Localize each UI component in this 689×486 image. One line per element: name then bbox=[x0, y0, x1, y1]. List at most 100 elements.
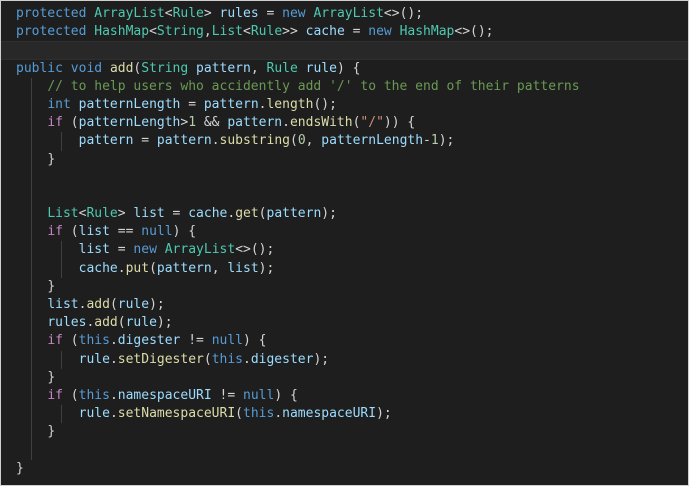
code-token: ); bbox=[376, 406, 392, 422]
code-line[interactable] bbox=[1, 41, 688, 60]
code-token: ( bbox=[109, 297, 118, 312]
indent-guide bbox=[61, 350, 62, 369]
code-token: ); bbox=[156, 315, 173, 331]
indent-guide bbox=[31, 186, 32, 206]
code-line[interactable] bbox=[1, 441, 688, 460]
code-token: if bbox=[47, 115, 63, 131]
code-token: namespaceURI bbox=[282, 406, 377, 422]
code-line[interactable]: list.add(rule); bbox=[1, 296, 688, 315]
code-line[interactable]: rules.add(rule); bbox=[1, 314, 688, 333]
code-token: . bbox=[117, 260, 126, 276]
code-editor[interactable]: protected ArrayList<Rule> rules = new Ar… bbox=[0, 0, 689, 486]
code-line[interactable]: rule.setNamespaceURI(this.namespaceURI); bbox=[1, 405, 688, 424]
code-token: ) { bbox=[336, 60, 361, 76]
code-token: rule bbox=[78, 351, 110, 367]
code-line[interactable]: pattern = pattern.substring(0, patternLe… bbox=[1, 132, 688, 151]
code-token: String bbox=[141, 60, 189, 76]
code-token: . bbox=[109, 406, 118, 422]
code-line[interactable]: rule.setDigester(this.digester); bbox=[1, 350, 688, 369]
code-token: } bbox=[16, 460, 24, 476]
code-token: rules bbox=[47, 315, 87, 331]
code-token: , bbox=[305, 133, 322, 149]
code-line[interactable]: List<Rule> list = cache.get(pattern); bbox=[1, 205, 688, 224]
code-token: rules bbox=[219, 6, 259, 21]
code-token: = bbox=[258, 6, 283, 21]
code-line[interactable]: if (this.digester != null) { bbox=[1, 332, 688, 351]
code-token: Rule bbox=[86, 206, 118, 222]
code-token: add bbox=[94, 315, 118, 331]
code-token: <>(); bbox=[454, 24, 494, 40]
code-token: this bbox=[78, 387, 110, 403]
code-token: "/" bbox=[360, 115, 384, 131]
code-token: ( bbox=[62, 115, 79, 131]
code-token: public bbox=[16, 60, 63, 76]
code-token: ); bbox=[258, 260, 275, 276]
code-line[interactable]: public void add(String pattern, Rule rul… bbox=[1, 60, 688, 78]
indent-guide bbox=[31, 95, 32, 115]
code-token: = bbox=[180, 96, 204, 112]
code-line[interactable]: cache.put(pattern, list); bbox=[1, 259, 688, 278]
code-line[interactable]: } bbox=[1, 368, 688, 387]
code-line[interactable]: // to help users who accidently add '/' … bbox=[1, 77, 688, 96]
code-token: endsWith bbox=[289, 115, 353, 131]
code-token: , bbox=[250, 60, 267, 76]
indent-guide bbox=[31, 368, 32, 387]
code-token: null bbox=[211, 333, 244, 349]
code-token: Rule bbox=[172, 6, 204, 21]
code-token: < bbox=[243, 24, 251, 40]
code-token: pattern bbox=[196, 60, 251, 76]
code-token: ( bbox=[62, 387, 79, 403]
code-area[interactable]: protected ArrayList<Rule> rules = new Ar… bbox=[1, 5, 688, 478]
code-line[interactable]: if (list == null) { bbox=[1, 223, 688, 242]
code-token: ) { bbox=[243, 333, 267, 349]
indent-guide bbox=[31, 277, 32, 296]
code-line[interactable]: } bbox=[1, 277, 688, 296]
code-token: list bbox=[133, 206, 165, 222]
code-token: substring bbox=[219, 133, 290, 149]
code-line[interactable]: if (patternLength>1 && pattern.endsWith(… bbox=[1, 114, 688, 133]
code-token: Rule bbox=[266, 60, 298, 76]
code-token: list bbox=[47, 297, 79, 312]
indent-guide bbox=[31, 350, 32, 369]
code-token: } bbox=[47, 278, 56, 294]
code-token: . bbox=[243, 351, 251, 367]
code-token: add bbox=[109, 60, 134, 76]
code-token: if bbox=[47, 387, 63, 403]
code-line[interactable]: list = new ArrayList<>(); bbox=[1, 241, 688, 260]
code-line[interactable]: protected HashMap<String,List<Rule>> cac… bbox=[1, 23, 688, 41]
code-token: null bbox=[141, 224, 173, 240]
code-token: ( bbox=[149, 260, 157, 276]
code-token: rule bbox=[117, 297, 150, 312]
indent-guide bbox=[31, 241, 32, 260]
code-token: > bbox=[117, 206, 134, 222]
indent-guide bbox=[61, 241, 62, 260]
code-token: rule bbox=[305, 60, 337, 76]
code-token: = bbox=[164, 206, 189, 222]
code-line[interactable] bbox=[1, 186, 688, 206]
code-line[interactable]: } bbox=[1, 150, 688, 169]
code-line[interactable]: } bbox=[1, 460, 688, 478]
code-token: pattern bbox=[156, 260, 212, 276]
code-token: if bbox=[47, 224, 63, 240]
code-line[interactable]: int patternLength = pattern.length(); bbox=[1, 95, 688, 115]
code-token: patternLength bbox=[321, 133, 424, 149]
code-line[interactable]: if (this.namespaceURI != null) { bbox=[1, 386, 688, 406]
indentation bbox=[16, 406, 79, 421]
code-line[interactable] bbox=[1, 168, 688, 187]
code-token: put bbox=[125, 260, 150, 276]
indentation bbox=[16, 261, 79, 276]
indent-guide bbox=[31, 132, 32, 151]
indent-guide bbox=[31, 205, 32, 224]
code-token: cache bbox=[188, 206, 228, 222]
code-line[interactable]: } bbox=[1, 423, 688, 442]
code-token: . bbox=[211, 133, 220, 149]
code-token: new bbox=[282, 6, 306, 21]
indent-guide bbox=[31, 441, 32, 460]
code-token: . bbox=[274, 406, 283, 422]
code-token: if bbox=[47, 333, 63, 349]
code-token: && bbox=[196, 115, 228, 131]
code-line[interactable]: protected ArrayList<Rule> rules = new Ar… bbox=[1, 5, 688, 23]
